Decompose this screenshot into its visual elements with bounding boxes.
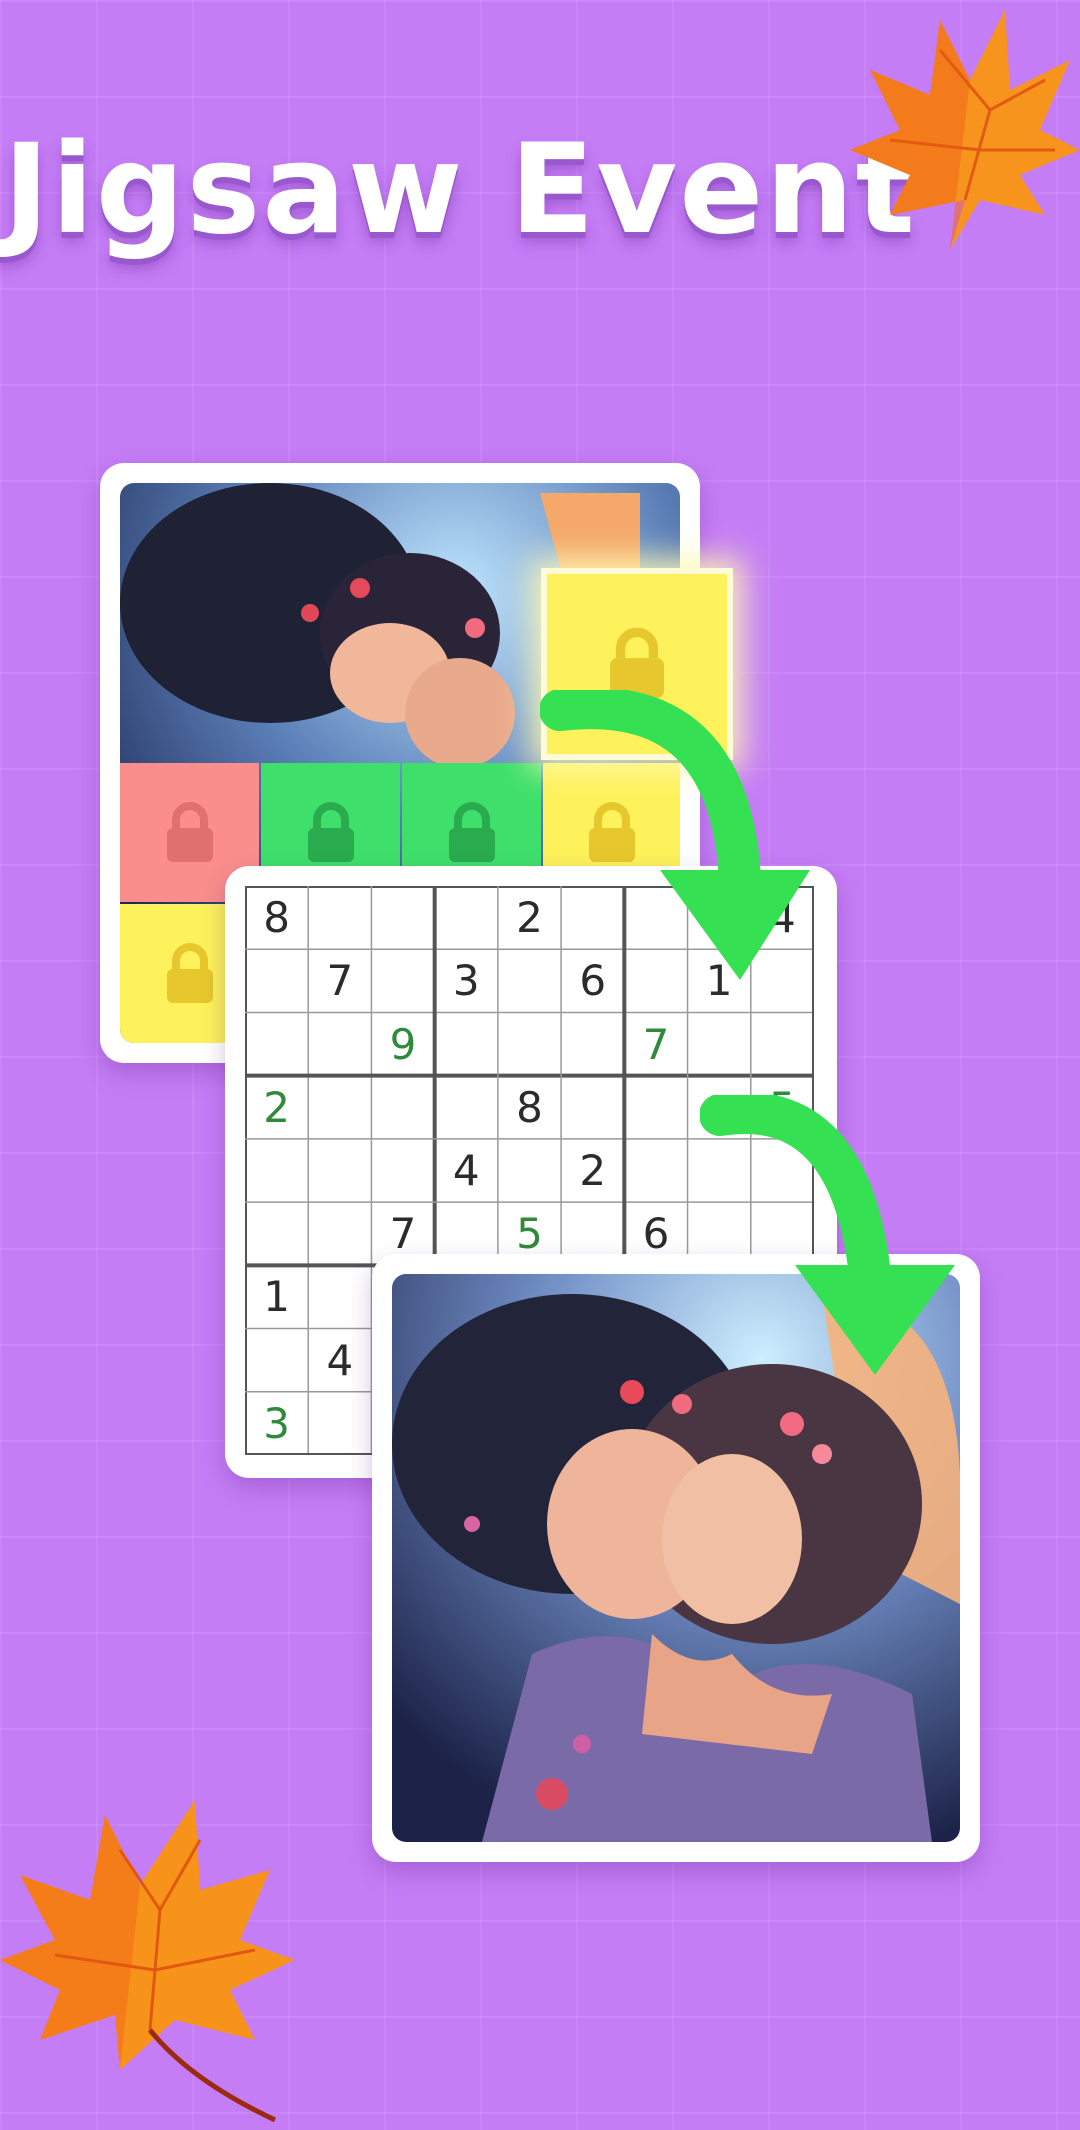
lock-icon <box>166 801 213 862</box>
sudoku-cell[interactable]: 3 <box>435 949 498 1012</box>
maple-leaf-icon <box>0 1800 295 2123</box>
curved-arrow-icon <box>540 690 810 980</box>
sudoku-cell[interactable]: 1 <box>245 1265 308 1328</box>
sudoku-cell[interactable]: 2 <box>245 1076 308 1139</box>
sudoku-cell[interactable]: 9 <box>371 1012 434 1075</box>
sudoku-cell[interactable]: 4 <box>435 1139 498 1202</box>
sudoku-cell[interactable]: 7 <box>624 1012 687 1075</box>
sudoku-cell[interactable]: 3 <box>245 1392 308 1455</box>
page-title: Jigsaw Event <box>3 118 917 262</box>
lock-icon <box>307 801 354 862</box>
curved-arrow-icon <box>700 1095 955 1375</box>
sudoku-cell[interactable]: 8 <box>245 886 308 949</box>
sudoku-cell[interactable]: 4 <box>308 1329 371 1392</box>
sudoku-cell[interactable]: 2 <box>561 1139 624 1202</box>
lock-icon <box>448 801 495 862</box>
sudoku-cell[interactable]: 7 <box>308 949 371 1012</box>
lock-icon <box>166 942 213 1003</box>
maple-leaf-icon <box>850 10 1080 250</box>
sudoku-cell[interactable]: 8 <box>498 1076 561 1139</box>
